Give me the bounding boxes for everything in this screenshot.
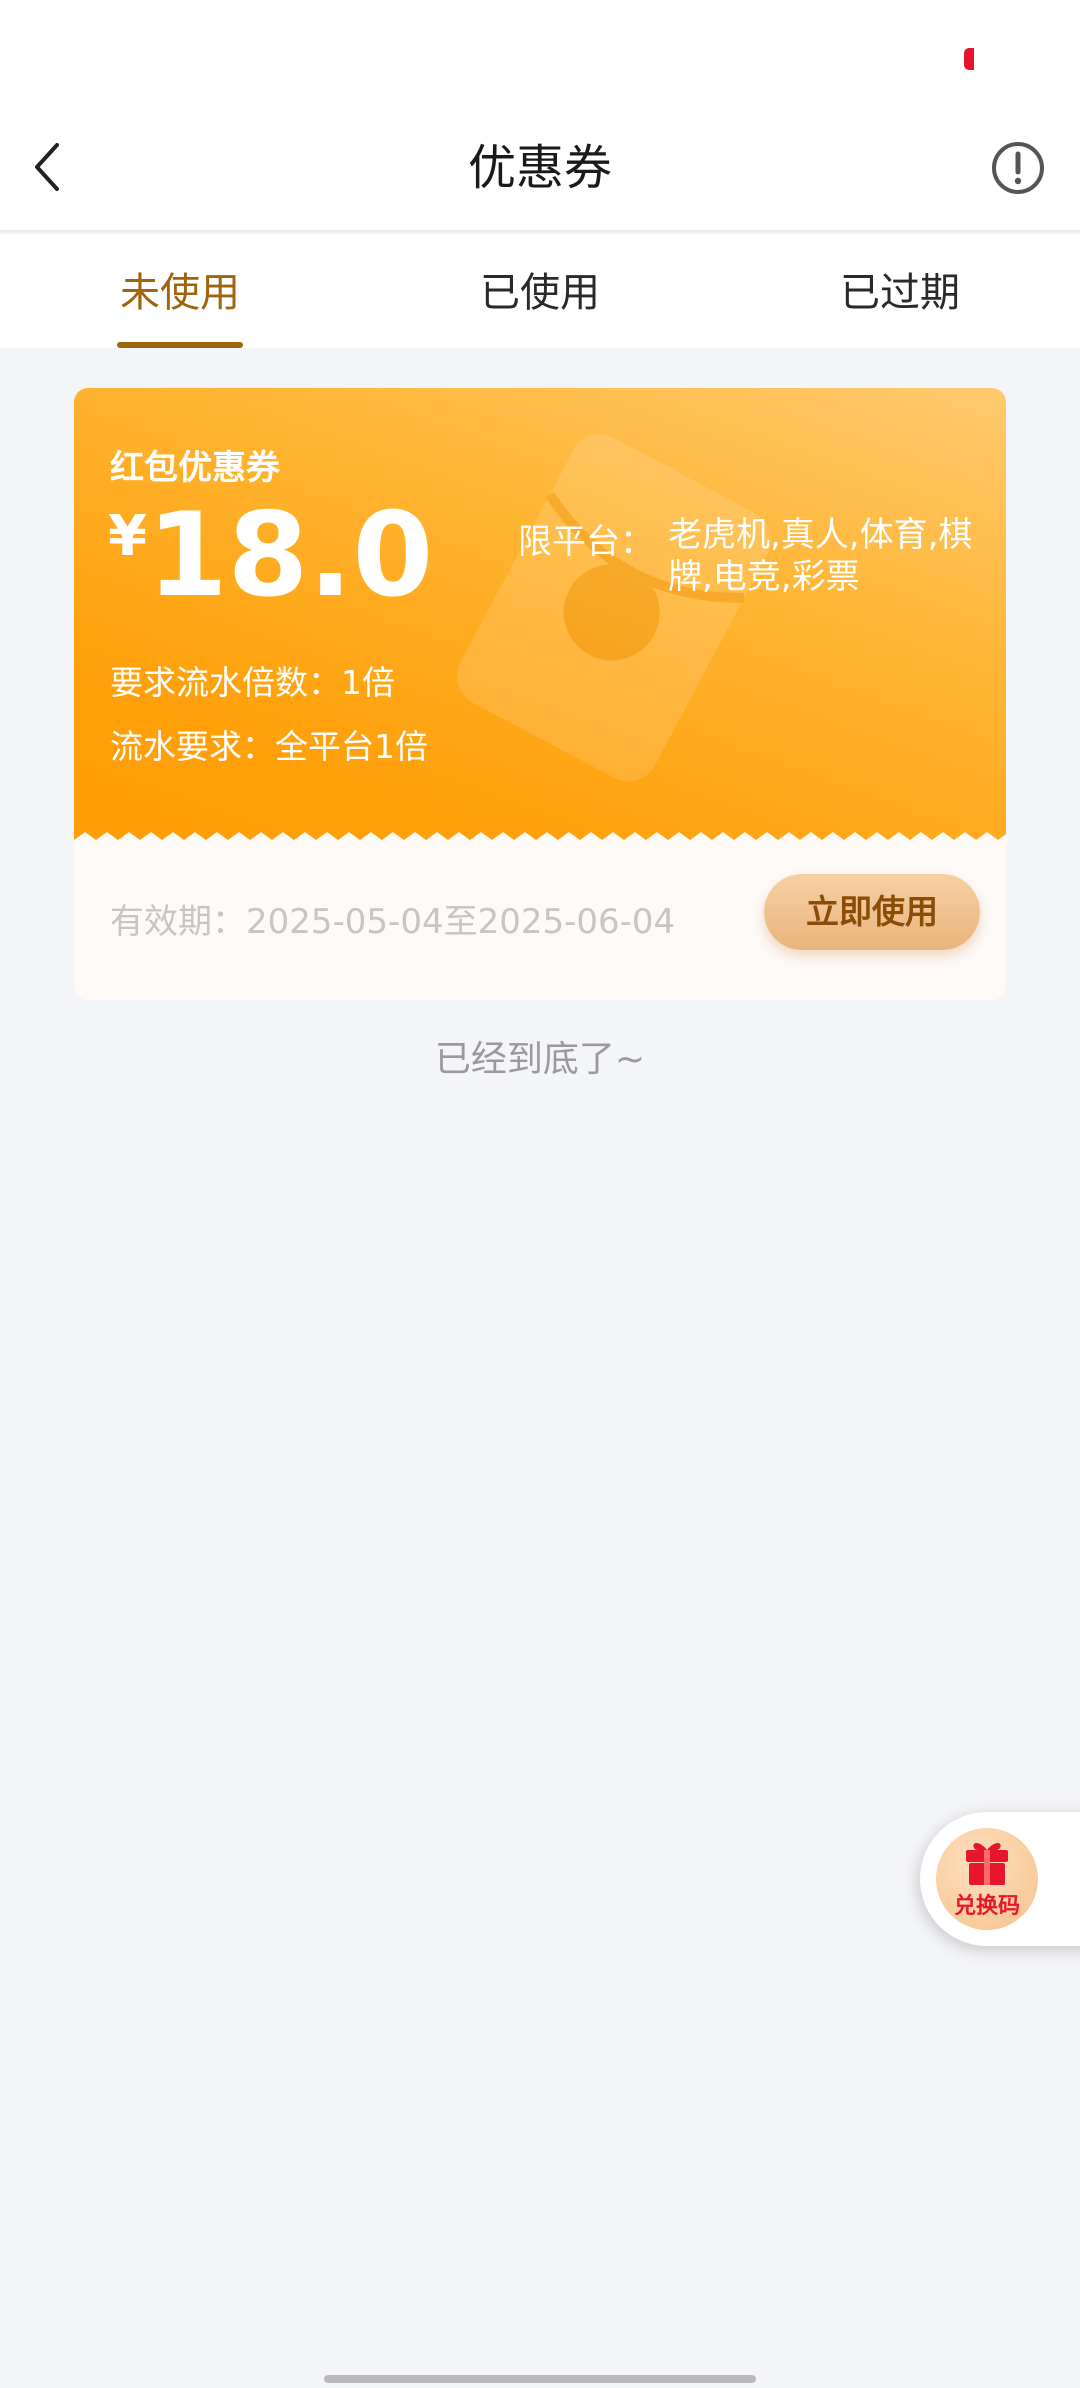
platform-label: 限平台： [518, 522, 654, 562]
use-now-button[interactable]: 立即使用 [764, 874, 980, 950]
tab-active-indicator [117, 342, 243, 348]
home-indicator[interactable] [324, 2375, 756, 2383]
coupon-type: 红包优惠券 [110, 448, 280, 488]
redeem-badge: 兑换码 [936, 1828, 1038, 1930]
platform-value: 老虎机,真人,体育,棋牌,电竞,彩票 [668, 515, 973, 597]
redeem-code-button[interactable]: 兑换码 [920, 1812, 1080, 1946]
turnover-multiplier: 要求流水倍数：1倍 [110, 663, 395, 702]
tab-bar: 未使用 已使用 已过期 [0, 234, 1080, 348]
tab-used[interactable]: 已使用 [360, 234, 720, 348]
status-indicator-icon [964, 48, 974, 70]
tab-unused-label: 未使用 [120, 270, 240, 316]
coupon-page: 优惠券 未使用 已使用 已过期 红包优惠券 ¥18.0 限平台： 老虎机,真人,… [0, 0, 1080, 2388]
tab-unused[interactable]: 未使用 [0, 234, 360, 348]
info-button[interactable] [990, 140, 1046, 196]
validity-period: 有效期：2025-05-04至2025-06-04 [110, 902, 676, 942]
amount-value: 18.0 [146, 488, 434, 623]
tab-expired-label: 已过期 [840, 270, 960, 316]
coupon-card: 红包优惠券 ¥18.0 限平台： 老虎机,真人,体育,棋牌,电竞,彩票 要求流水… [74, 388, 1006, 1000]
status-bar [0, 0, 1080, 110]
exclamation-circle-icon [992, 142, 1044, 194]
tab-used-label: 已使用 [480, 270, 600, 316]
turnover-requirement: 流水要求：全平台1倍 [110, 727, 428, 766]
red-packet-watermark-icon [457, 434, 771, 782]
list-end-text: 已经到底了~ [434, 1039, 646, 1080]
tab-expired[interactable]: 已过期 [720, 234, 1080, 348]
coupon-amount: ¥18.0 [108, 496, 433, 616]
navigation-bar: 优惠券 [0, 110, 1080, 232]
coupon-wave-edge [74, 832, 1006, 852]
gift-icon [966, 1843, 1008, 1885]
coupon-header: 红包优惠券 ¥18.0 限平台： 老虎机,真人,体育,棋牌,电竞,彩票 要求流水… [74, 388, 1006, 848]
redeem-label: 兑换码 [953, 1894, 1020, 1919]
page-title: 优惠券 [467, 140, 612, 196]
currency-symbol: ¥ [108, 504, 147, 569]
